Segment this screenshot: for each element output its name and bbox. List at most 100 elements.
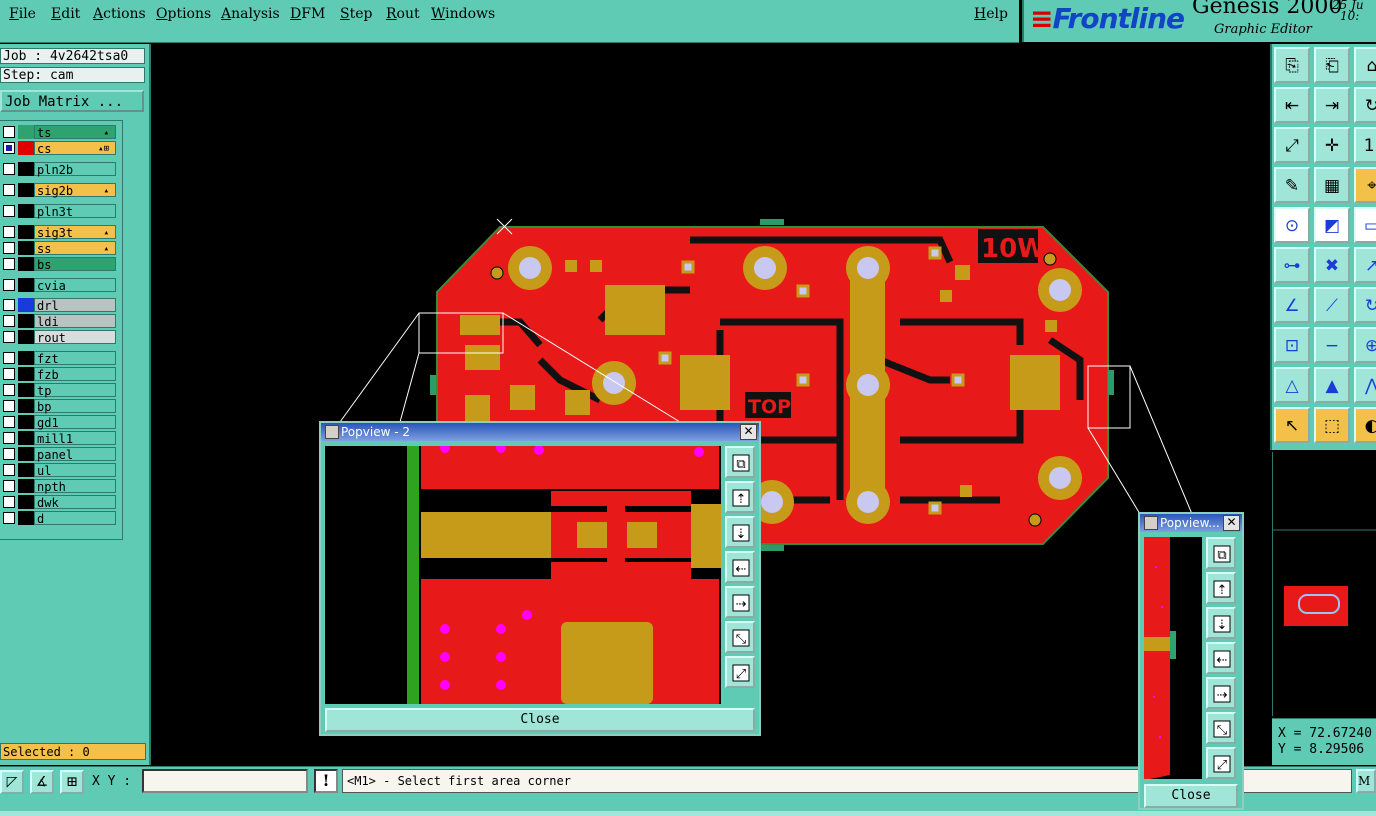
zoom-window-icon[interactable]: ⧉ (725, 446, 755, 478)
grid-snap-icon[interactable]: ⊞ (60, 770, 84, 794)
layer-color-swatch[interactable] (18, 204, 34, 218)
layer-row-fzt[interactable]: fzt (0, 351, 120, 366)
layer-color-swatch[interactable] (18, 447, 34, 461)
layer-name[interactable]: bp (34, 399, 116, 414)
layer-checkbox[interactable] (3, 416, 15, 428)
layer-color-swatch[interactable] (18, 431, 34, 445)
layer-row-pln2b[interactable]: pln2b (0, 162, 120, 177)
layer-color-swatch[interactable] (18, 495, 34, 509)
layer-color-swatch[interactable] (18, 399, 34, 413)
triangle-fill-icon[interactable]: ▲ (1314, 367, 1350, 403)
layer-name[interactable]: rout (34, 330, 116, 345)
layer-checkbox[interactable] (3, 279, 15, 291)
layer-checkbox[interactable] (3, 448, 15, 460)
layer-name[interactable]: pln3t (34, 204, 116, 219)
menu-options[interactable]: Options (156, 6, 211, 22)
scale-icon[interactable]: 1: (1354, 127, 1376, 163)
pan-left-icon[interactable]: ⇠ (725, 551, 755, 583)
layer-name[interactable]: ldi (34, 314, 116, 329)
layer-name[interactable]: fzt (34, 351, 116, 366)
layer-color-swatch[interactable] (18, 367, 34, 381)
draw-line-icon[interactable]: ∠ (1274, 287, 1310, 323)
zoom-out-icon[interactable]: ⤡ (725, 621, 755, 653)
layer-color-swatch[interactable] (18, 511, 34, 525)
layer-row-gd1[interactable]: gd1 (0, 415, 120, 430)
layer-checkbox[interactable] (3, 226, 15, 238)
layer-row-panel[interactable]: panel (0, 447, 120, 462)
layer-row-ts[interactable]: ts ▴ (0, 125, 120, 140)
popview-small-canvas[interactable] (1144, 537, 1202, 779)
zoom-in-icon[interactable]: ⤢ (1206, 747, 1236, 779)
fit-icon[interactable]: ⤢ (1274, 127, 1310, 163)
layer-row-drl[interactable]: drl (0, 298, 120, 313)
arrow-icon[interactable]: ↗ (1354, 247, 1376, 283)
menu-rout[interactable]: Rout (386, 6, 420, 22)
alert-button[interactable]: ! (314, 769, 338, 793)
layer-name[interactable]: pln2b (34, 162, 116, 177)
layer-checkbox[interactable] (3, 400, 15, 412)
layer-name[interactable]: fzb (34, 367, 116, 382)
layer-color-swatch[interactable] (18, 225, 34, 239)
layer-color-swatch[interactable] (18, 257, 34, 271)
menu-help[interactable]: Help (974, 6, 1008, 22)
angle-tool-icon[interactable]: ∡ (30, 770, 54, 794)
triangle-icon[interactable]: △ (1274, 367, 1310, 403)
layer-checkbox[interactable] (3, 464, 15, 476)
layer-name[interactable]: ts ▴ (34, 125, 116, 140)
menu-analysis[interactable]: Analysis (221, 6, 280, 22)
zoom-out-icon[interactable]: ⤡ (1206, 712, 1236, 744)
layer-name[interactable]: bs (34, 257, 116, 272)
layer-row-bp[interactable]: bp (0, 399, 120, 414)
edit-line-icon[interactable]: ⟋ (1314, 287, 1350, 323)
menu-step[interactable]: Step (340, 6, 372, 22)
layer-color-swatch[interactable] (18, 314, 34, 328)
layer-row-bs[interactable]: bs (0, 257, 120, 272)
pin-icon[interactable]: ⊙ (1274, 207, 1310, 243)
layer-checkbox[interactable] (3, 142, 15, 154)
close-icon[interactable]: ✕ (1223, 515, 1240, 531)
cross-icon[interactable]: ✖ (1314, 247, 1350, 283)
layer-row-npth[interactable]: npth (0, 479, 120, 494)
layer-name[interactable]: gd1 (34, 415, 116, 430)
layer-name[interactable]: sig2b ▴ (34, 183, 116, 198)
netlist-icon[interactable]: ◩ (1314, 207, 1350, 243)
layer-color-swatch[interactable] (18, 330, 34, 344)
layer-row-pln3t[interactable]: pln3t (0, 204, 120, 219)
menu-actions[interactable]: Actions (93, 6, 146, 22)
layer-checkbox[interactable] (3, 126, 15, 138)
layer-checkbox[interactable] (3, 299, 15, 311)
zoom-in-icon[interactable]: ⤢ (725, 656, 755, 688)
layer-name[interactable]: npth (34, 479, 116, 494)
layer-name[interactable]: dwk (34, 495, 116, 510)
zoom-select-icon[interactable]: ◐ (1354, 407, 1376, 443)
layer-row-fzb[interactable]: fzb (0, 367, 120, 382)
layer-color-swatch[interactable] (18, 479, 34, 493)
layer-row-rout[interactable]: rout (0, 330, 120, 345)
layer-checkbox[interactable] (3, 368, 15, 380)
layer-checkbox[interactable] (3, 205, 15, 217)
move-left-icon[interactable]: ⇤ (1274, 87, 1310, 123)
menu-edit[interactable]: Edit (51, 6, 80, 22)
move-right-icon[interactable]: ⇥ (1314, 87, 1350, 123)
layer-name[interactable]: cvia (34, 278, 116, 293)
menu-file[interactable]: File (9, 6, 36, 22)
popview-canvas[interactable] (325, 446, 721, 704)
pan-left-icon[interactable]: ⇠ (1206, 642, 1236, 674)
layer-color-swatch[interactable] (18, 415, 34, 429)
layer-name[interactable]: d (34, 511, 116, 526)
layer-row-dwk[interactable]: dwk (0, 495, 120, 510)
popview-close-button[interactable]: Close (325, 708, 755, 732)
popview-small-titlebar[interactable]: Popview... ✕ (1140, 514, 1242, 532)
layer-row-ul[interactable]: ul (0, 463, 120, 478)
layer-row-sig3t[interactable]: sig3t ▴ (0, 225, 120, 240)
layer-checkbox[interactable] (3, 480, 15, 492)
pan-right-icon[interactable]: ⇢ (725, 586, 755, 618)
layer-row-mill1[interactable]: mill1 (0, 431, 120, 446)
measure-icon[interactable]: ✎ (1274, 167, 1310, 203)
pan-down-icon[interactable]: ⇣ (1206, 607, 1236, 639)
layer-row-sig2b[interactable]: sig2b ▴ (0, 183, 120, 198)
layer-color-swatch[interactable] (18, 351, 34, 365)
select-arrow-icon[interactable]: ↖ (1274, 407, 1310, 443)
select-area-tool-icon[interactable]: ◸ (0, 770, 24, 794)
layer-row-d[interactable]: d (0, 511, 120, 526)
